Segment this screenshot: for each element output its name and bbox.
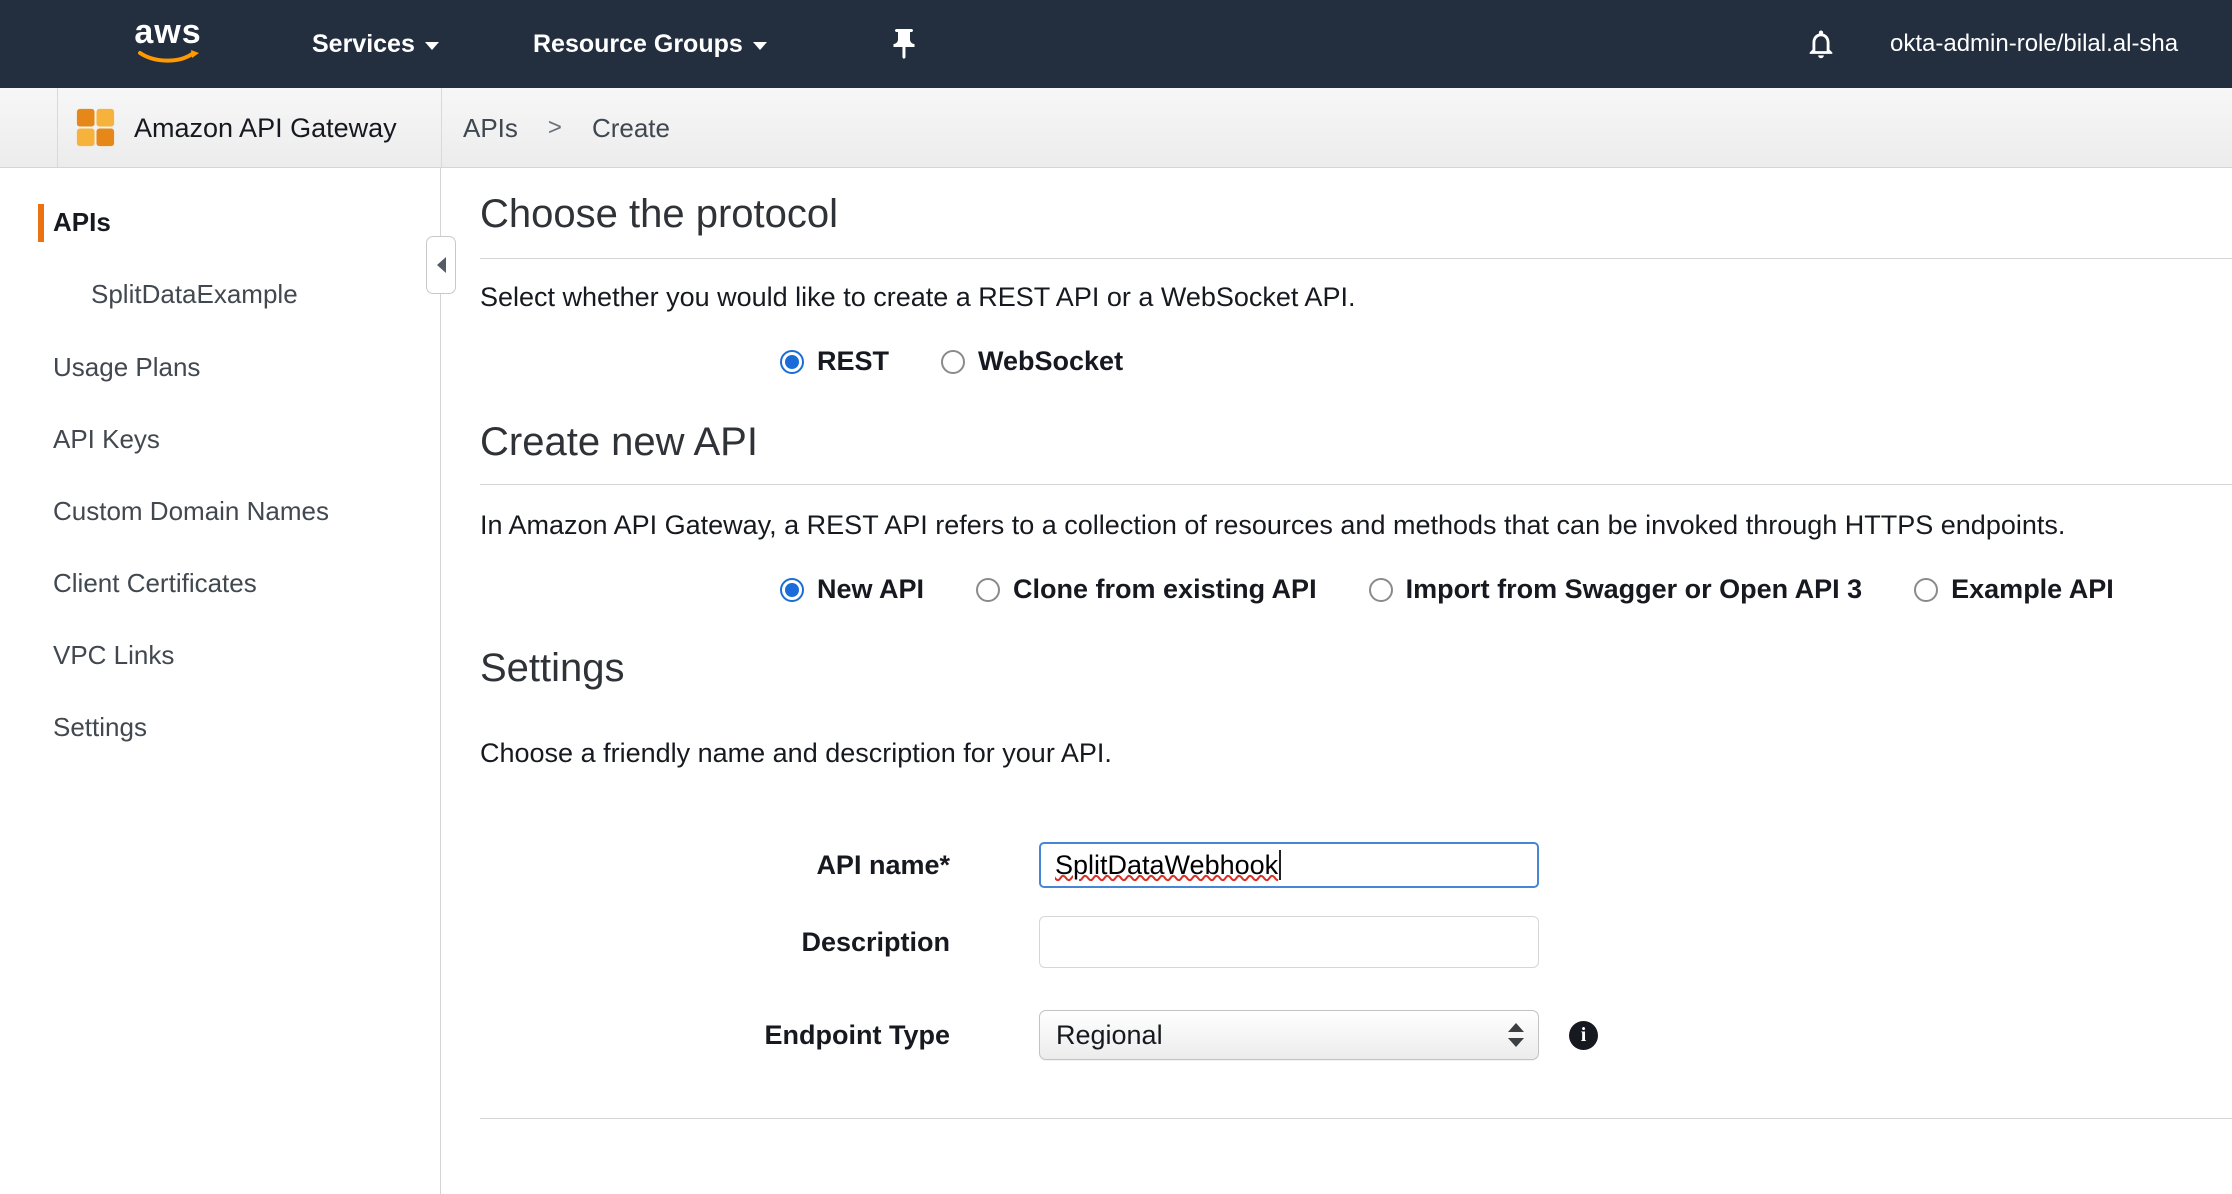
divider [480,258,2232,259]
description-row: Description [480,916,1539,968]
sidebar-item-settings[interactable]: Settings [53,707,147,747]
radio-import-swagger-label: Import from Swagger or Open API 3 [1406,574,1863,605]
radio-rest-label: REST [817,346,889,377]
protocol-radio-group: REST WebSocket [780,346,1123,377]
info-icon[interactable]: i [1569,1021,1598,1050]
bell-icon[interactable] [1804,27,1838,61]
radio-import-swagger[interactable] [1369,578,1393,602]
breadcrumb: APIs > Create [463,88,670,168]
nav-services-label: Services [312,30,415,59]
radio-example-api-label: Example API [1951,574,2114,605]
select-arrows-icon [1508,1011,1524,1059]
api-name-value: SplitDataWebhook [1055,850,1278,881]
radio-rest[interactable] [780,350,804,374]
service-name[interactable]: Amazon API Gateway [134,88,397,168]
account-menu[interactable]: okta-admin-role/bilal.al-sha [1890,0,2232,88]
settings-description: Choose a friendly name and description f… [480,736,2212,770]
sidebar: APIs SplitDataExample Usage Plans API Ke… [0,168,441,1194]
section-title-choose-protocol: Choose the protocol [480,192,838,237]
divider [480,484,2232,485]
endpoint-type-value: Regional [1056,1020,1163,1051]
breadcrumb-separator: > [548,114,562,142]
sidebar-item-api-keys[interactable]: API Keys [53,419,160,459]
chevron-down-icon [753,42,767,50]
create-api-description: In Amazon API Gateway, a REST API refers… [480,508,2212,542]
endpoint-type-select[interactable]: Regional [1039,1010,1539,1060]
radio-option-rest[interactable]: REST [780,346,889,377]
nav-resource-groups-menu[interactable]: Resource Groups [533,0,767,88]
radio-option-websocket[interactable]: WebSocket [941,346,1123,377]
api-name-label: API name* [480,850,950,881]
top-navigation-bar: aws Services Resource Groups okta-admin-… [0,0,2232,88]
radio-websocket-label: WebSocket [978,346,1123,377]
endpoint-type-label: Endpoint Type [480,1020,950,1051]
sidebar-collapse-button[interactable] [426,236,456,294]
api-name-row: API name* SplitDataWebhook [480,840,1539,890]
nav-resource-groups-label: Resource Groups [533,30,743,59]
text-caret [1279,850,1281,880]
aws-logo-text: aws [128,14,208,50]
sidebar-item-apis[interactable]: APIs [53,202,111,242]
radio-example-api[interactable] [1914,578,1938,602]
sidebar-item-custom-domain-names[interactable]: Custom Domain Names [53,491,329,531]
protocol-description: Select whether you would like to create … [480,280,2212,314]
aws-console-screen: aws Services Resource Groups okta-admin-… [0,0,2232,1194]
api-name-input[interactable]: SplitDataWebhook [1039,842,1539,888]
sidebar-item-usage-plans[interactable]: Usage Plans [53,347,200,387]
breadcrumb-apis[interactable]: APIs [463,113,518,144]
description-label: Description [480,927,950,958]
pin-icon[interactable] [886,26,922,62]
divider [57,88,58,167]
active-item-indicator [38,204,44,242]
api-gateway-icon [72,104,119,151]
breadcrumb-create: Create [592,113,670,144]
radio-websocket[interactable] [941,350,965,374]
chevron-down-icon [425,42,439,50]
account-label: okta-admin-role/bilal.al-sha [1890,30,2178,58]
section-title-settings: Settings [480,646,625,691]
radio-clone-label: Clone from existing API [1013,574,1317,605]
radio-option-import-swagger[interactable]: Import from Swagger or Open API 3 [1369,574,1863,605]
aws-smile [137,50,199,65]
collapse-sidebar-icon [437,257,446,273]
divider [480,1118,2232,1119]
radio-new-api-label: New API [817,574,924,605]
nav-services-menu[interactable]: Services [312,0,439,88]
radio-option-clone[interactable]: Clone from existing API [976,574,1317,605]
radio-option-new-api[interactable]: New API [780,574,924,605]
breadcrumb-bar: Amazon API Gateway APIs > Create [0,88,2232,168]
endpoint-type-row: Endpoint Type Regional [480,1010,1539,1060]
sidebar-item-vpc-links[interactable]: VPC Links [53,635,174,675]
aws-logo[interactable]: aws [128,14,208,70]
sidebar-item-client-certificates[interactable]: Client Certificates [53,563,257,603]
description-input[interactable] [1039,916,1539,968]
section-title-create-new-api: Create new API [480,420,758,465]
create-api-radio-group: New API Clone from existing API Import f… [780,574,2114,605]
radio-option-example-api[interactable]: Example API [1914,574,2114,605]
sidebar-item-splitdataexample[interactable]: SplitDataExample [91,274,298,314]
radio-new-api[interactable] [780,578,804,602]
main-content: Choose the protocol Select whether you w… [480,168,2232,1194]
radio-clone[interactable] [976,578,1000,602]
divider [441,88,442,167]
